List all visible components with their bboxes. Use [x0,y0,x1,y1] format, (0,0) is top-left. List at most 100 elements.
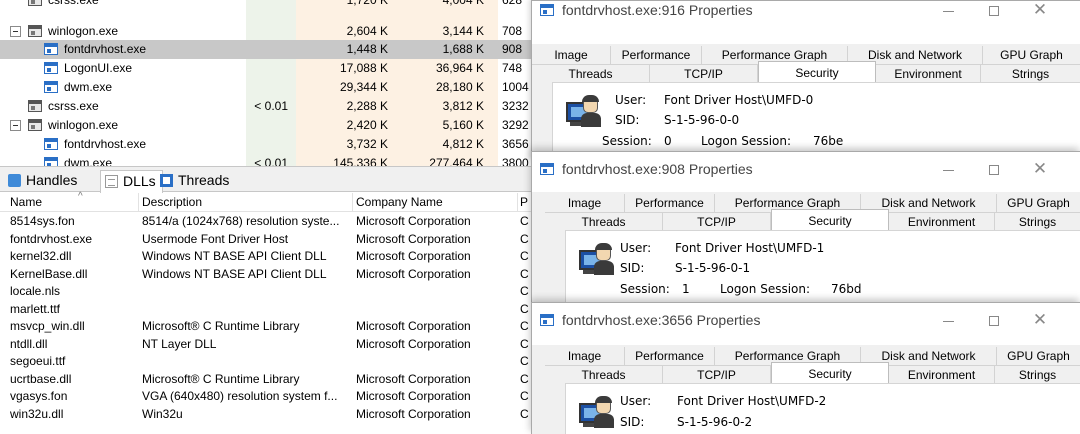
tab-image[interactable]: Image [545,347,625,365]
process-row[interactable]: csrss.exe 1,720 K 4,004 K 628 [0,0,532,10]
user-value: Font Driver Host\UMFD-0 [664,93,814,107]
collapse-minus-icon[interactable] [10,120,21,131]
list-item[interactable]: segoeui.ttf C [0,353,532,370]
collapse-minus-icon[interactable] [10,26,21,37]
column-header-name[interactable]: Name ^ [10,191,83,209]
tab-image[interactable]: Image [545,194,625,212]
minimize-button[interactable] [925,152,971,186]
close-button[interactable]: ✕ [1017,1,1063,27]
title-bar[interactable]: fontdrvhost.exe:3656 Properties ✕ [532,303,1080,339]
pid-value: 3656 [502,137,529,151]
column-divider[interactable] [352,193,353,212]
list-item[interactable]: marlett.ttf C [0,301,532,318]
dll-description: Usermode Font Driver Host [142,232,289,246]
column-header-path[interactable]: P [520,195,528,209]
sid-label: SID: [620,261,645,275]
close-button[interactable]: ✕ [1017,152,1063,186]
minimize-button[interactable] [925,1,971,27]
list-item[interactable]: locale.nls C [0,283,532,300]
maximize-button[interactable] [971,152,1017,186]
dll-list[interactable]: 8514sys.fon 8514/a (1024x768) resolution… [0,213,532,434]
dll-description: Windows NT BASE API Client DLL [142,249,327,263]
tab-strings[interactable]: Strings [995,212,1080,230]
handles-icon [8,174,21,187]
process-row[interactable]: dwm.exe 29,344 K 28,180 K 1004 [0,78,532,97]
tab-threads[interactable]: Threads [545,212,663,230]
working-set-value: 1,688 K [442,42,484,56]
maximize-icon [989,6,999,17]
title-bar[interactable]: fontdrvhost.exe:916 Properties ✕ [532,1,1080,29]
dll-name: fontdrvhost.exe [10,232,93,246]
process-row[interactable]: fontdrvhost.exe 3,732 K 4,812 K 3656 [0,135,532,154]
close-button[interactable]: ✕ [1017,303,1063,337]
maximize-button[interactable] [971,1,1017,27]
column-divider[interactable] [517,193,518,212]
tab-performance[interactable]: Performance [625,194,715,212]
private-bytes-value: 1,448 K [346,42,388,56]
security-panel: User: Font Driver Host\UMFD-2 SID: S-1-5… [532,383,1080,434]
maximize-icon [989,165,999,176]
list-item[interactable]: msvcp_win.dll Microsoft® C Runtime Libra… [0,318,532,335]
private-bytes-value: 145,336 K [333,156,388,166]
tab-image[interactable]: Image [532,46,611,64]
process-window-icon [540,4,554,16]
security-card: User: Font Driver Host\UMFD-0 SID: S-1-5… [552,82,1080,160]
tab-threads[interactable]: Threads [156,170,235,192]
list-item[interactable]: ucrtbase.dll Microsoft® C Runtime Librar… [0,371,532,388]
tab-environment[interactable]: Environment [876,64,981,82]
tab-threads[interactable]: Threads [545,365,663,383]
tab-gpu-graph[interactable]: GPU Graph [997,194,1080,212]
process-tree[interactable]: csrss.exe 1,720 K 4,004 K 628 winlogon.e… [0,0,532,166]
close-icon: ✕ [1032,159,1048,178]
process-row[interactable]: csrss.exe < 0.01 2,288 K 3,812 K 3232 [0,97,532,116]
process-row[interactable]: dwm.exe < 0.01 145,336 K 277,464 K 3800 [0,154,532,166]
tab-tcpip[interactable]: TCP/IP [663,212,771,230]
list-item[interactable]: ntdll.dll NT Layer DLL Microsoft Corpora… [0,336,532,353]
process-window-icon [44,62,58,74]
tab-label: DLLs [123,173,156,189]
column-header-description[interactable]: Description [142,195,202,209]
tab-environment[interactable]: Environment [889,212,995,230]
tab-performance[interactable]: Performance [611,46,702,64]
list-item[interactable]: win32u.dll Win32u Microsoft Corporation … [0,406,532,423]
process-row-selected[interactable]: fontdrvhost.exe 1,448 K 1,688 K 908 [0,40,532,59]
tab-tcpip[interactable]: TCP/IP [663,365,771,383]
process-row[interactable]: LogonUI.exe 17,088 K 36,964 K 748 [0,59,532,78]
list-item[interactable]: fontdrvhost.exe Usermode Font Driver Hos… [0,231,532,248]
properties-window: fontdrvhost.exe:916 Properties ✕ Image P… [531,0,1080,160]
dll-name: ucrtbase.dll [10,372,72,386]
tab-security[interactable]: Security [771,362,889,384]
sid-label: SID: [620,415,645,429]
tab-security[interactable]: Security [771,209,889,231]
tab-handles[interactable]: Handles [4,170,83,192]
list-item[interactable]: vgasys.fon VGA (640x480) resolution syst… [0,388,532,405]
tab-environment[interactable]: Environment [889,365,995,383]
tab-gpu-graph[interactable]: GPU Graph [983,46,1080,64]
column-header-company[interactable]: Company Name [356,195,443,209]
tab-performance[interactable]: Performance [625,347,715,365]
column-divider[interactable] [138,193,139,212]
tab-strings[interactable]: Strings [995,365,1080,383]
tab-strings[interactable]: Strings [981,64,1080,82]
private-bytes-value: 29,344 K [339,80,388,94]
maximize-button[interactable] [971,303,1017,337]
tab-label: Threads [178,172,230,188]
dll-name: 8514sys.fon [10,214,75,228]
tab-security[interactable]: Security [758,61,876,83]
process-name: LogonUI.exe [64,61,133,75]
process-row[interactable]: winlogon.exe 2,420 K 5,160 K 3292 [0,116,532,135]
title-bar[interactable]: fontdrvhost.exe:908 Properties ✕ [532,152,1080,188]
tab-threads[interactable]: Threads [532,64,650,82]
list-item[interactable]: kernel32.dll Windows NT BASE API Client … [0,248,532,265]
tab-gpu-graph[interactable]: GPU Graph [997,347,1080,365]
tab-dlls[interactable]: DLLs [100,170,163,193]
window-title: fontdrvhost.exe:916 Properties [562,2,753,18]
minimize-button[interactable] [925,303,971,337]
tab-tcpip[interactable]: TCP/IP [650,64,758,82]
list-item[interactable]: KernelBase.dll Windows NT BASE API Clien… [0,266,532,283]
process-row[interactable]: winlogon.exe 2,604 K 3,144 K 708 [0,22,532,41]
threads-icon [160,174,173,187]
dll-company: Microsoft Corporation [356,407,471,421]
list-item[interactable]: 8514sys.fon 8514/a (1024x768) resolution… [0,213,532,230]
dll-company: Microsoft Corporation [356,232,471,246]
